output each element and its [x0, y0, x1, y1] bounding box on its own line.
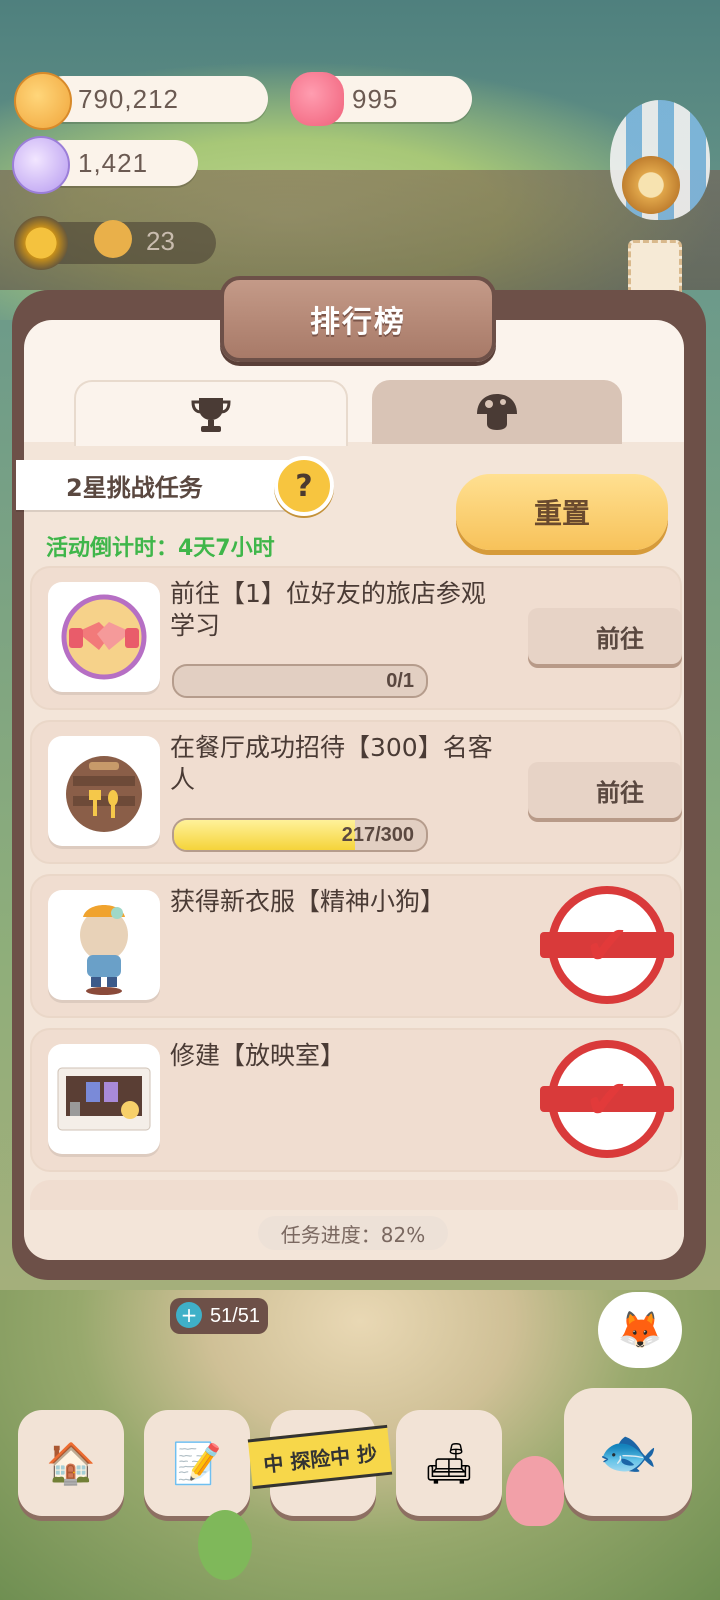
crystal-value: 1,421 [78, 147, 149, 178]
task-icon-handshake [48, 582, 160, 692]
task-progress-bar: 217/300 [172, 818, 428, 852]
task-item: 在餐厅成功招待【300】名客人 217/300 前往 [30, 720, 682, 864]
cookie-coin-icon [14, 72, 72, 130]
completed-stamp: ✔ [540, 1040, 674, 1158]
mushroom-icon [477, 394, 517, 430]
question-icon: ? [295, 468, 313, 504]
mascot-face-icon: 🦊 [617, 1310, 663, 1351]
reset-button[interactable]: 重置 [456, 474, 668, 550]
task-progress-fill [174, 820, 356, 850]
jelly-value: 995 [352, 83, 399, 114]
nav-furniture-button[interactable]: 🛋 [396, 1410, 502, 1516]
trophy-icon [191, 398, 231, 432]
armchair-icon: 🛋 [423, 1440, 475, 1487]
stamina-plus-icon: + [176, 1302, 202, 1328]
reset-button-label: 重置 [533, 497, 590, 530]
restaurant-sign-icon [66, 756, 142, 832]
task-item: 修建【放映室】 ✔ [30, 1028, 682, 1172]
task-progress-bar: 0/1 [172, 664, 428, 698]
fish-icon: 🐟 [598, 1424, 658, 1481]
task-description: 在餐厅成功招待【300】名客人 [170, 733, 493, 794]
task-icon-outfit [48, 890, 160, 1000]
go-button-label: 前往 [596, 624, 644, 653]
panel-title: 排行榜 [310, 305, 406, 340]
overall-progress-text: 任务进度：82% [280, 1222, 426, 1247]
go-button-label: 前往 [596, 778, 644, 807]
handshake-icon [61, 594, 147, 680]
pink-cookie-character[interactable] [506, 1456, 564, 1526]
gear-icon[interactable] [622, 156, 680, 214]
task-progress-text: 217/300 [341, 824, 414, 846]
completed-stamp: ✔ [540, 886, 674, 1004]
crystal-icon [12, 136, 70, 194]
task-icon-theater [48, 1044, 160, 1154]
chat-bubble-button[interactable]: 🦊 [598, 1292, 682, 1368]
task-item-partial [30, 1180, 678, 1210]
explore-tape-text: 中 探险中 抄 [262, 1440, 379, 1477]
cookie-count-value: 23 [146, 226, 175, 256]
nav-kitchen-button[interactable]: 🐟 [564, 1388, 692, 1516]
checkmark-icon: ✔ [584, 913, 630, 977]
cookie-coin-value: 790,212 [78, 83, 179, 114]
sun-icon [14, 216, 68, 270]
overall-progress: 任务进度：82% [258, 1216, 448, 1250]
event-countdown: 活动倒计时：4天7小时 [46, 536, 275, 561]
stamina-value: 51/51 [209, 1304, 260, 1327]
task-description: 获得新衣服【精神小狗】 [170, 887, 446, 916]
help-button[interactable]: ? [274, 456, 334, 516]
panel-title-plaque: 排行榜 [220, 276, 496, 362]
task-item: 获得新衣服【精神小狗】 ✔ [30, 874, 682, 1018]
challenge-label-text: 2星挑战任务 [66, 473, 203, 502]
task-description: 前往【1】位好友的旅店参观学习 [170, 579, 486, 640]
tab-trophy[interactable] [74, 380, 348, 446]
task-progress-text: 0/1 [386, 670, 414, 692]
checkmark-icon: ✔ [584, 1067, 630, 1131]
cookie-coin-counter[interactable]: 790,212 [40, 76, 268, 122]
go-button[interactable]: 前往 [528, 762, 682, 818]
task-icon-restaurant [48, 736, 160, 846]
tab-mushroom[interactable] [372, 380, 622, 444]
puppy-outfit-icon [80, 905, 128, 995]
go-button[interactable]: 前往 [528, 608, 682, 664]
jelly-icon [290, 72, 344, 126]
screening-room-icon [57, 1067, 151, 1131]
notebook-icon: 📝 [172, 1440, 222, 1487]
green-cookie-character[interactable] [198, 1510, 252, 1580]
task-description: 修建【放映室】 [170, 1041, 346, 1070]
mushroom-house-icon: 🏠 [46, 1440, 96, 1487]
nav-house-button[interactable]: 🏠 [18, 1410, 124, 1516]
challenge-label: 2星挑战任务 [16, 460, 316, 510]
task-item: 前往【1】位好友的旅店参观学习 0/1 前往 [30, 566, 682, 710]
nav-tasks-button[interactable]: 📝 [144, 1410, 250, 1516]
cookie-face-icon [94, 220, 132, 258]
